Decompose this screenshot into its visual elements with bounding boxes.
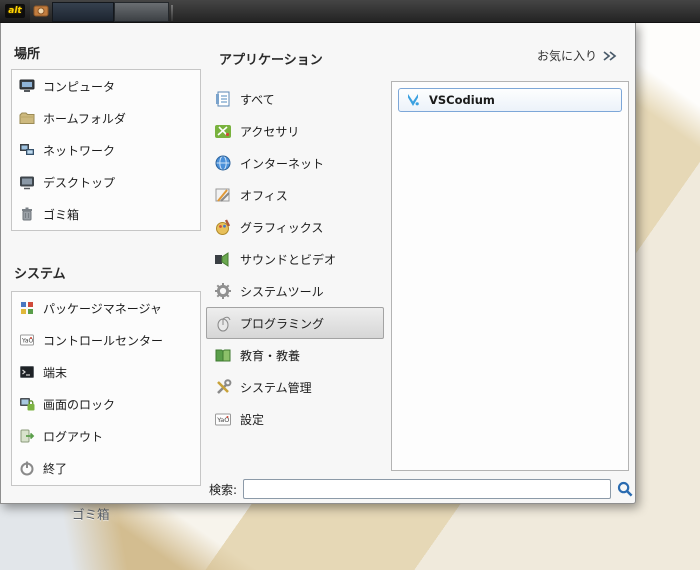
places-item-network[interactable]: ネットワーク xyxy=(12,134,200,166)
settings-icon: YaO xyxy=(214,410,232,428)
computer-icon xyxy=(19,78,35,94)
panel-separator xyxy=(171,4,173,21)
category-accessories[interactable]: アクセサリ xyxy=(206,115,384,147)
category-label: アクセサリ xyxy=(240,124,300,139)
category-label: システムツール xyxy=(240,284,324,299)
category-internet[interactable]: インターネット xyxy=(206,147,384,179)
app-item-label: VSCodium xyxy=(429,93,495,107)
category-label: プログラミング xyxy=(240,316,325,331)
places-item-label: デスクトップ xyxy=(43,175,116,190)
desktop-icon xyxy=(19,174,35,190)
favorites-button[interactable]: お気に入り xyxy=(537,47,618,64)
control-center-icon: YaO xyxy=(19,332,35,348)
accessories-icon xyxy=(214,122,232,140)
system-item-terminal[interactable]: 端末 xyxy=(12,356,200,388)
desktop-trash-label[interactable]: ゴミ箱 xyxy=(72,504,110,523)
places-header: 場所 xyxy=(14,47,41,62)
category-list: すべて アクセサリ インターネット オフィス グラフィックス サウンドとビデオ … xyxy=(206,83,384,435)
window-button-2[interactable] xyxy=(114,1,169,22)
search-label: 検索: xyxy=(209,482,238,497)
category-office[interactable]: オフィス xyxy=(206,179,384,211)
places-item-label: コンピュータ xyxy=(43,79,116,94)
system-item-logout[interactable]: ログアウト xyxy=(12,420,200,452)
panel-launcher-icon[interactable] xyxy=(30,0,52,22)
education-icon xyxy=(214,346,232,364)
system-item-label: 端末 xyxy=(43,365,68,380)
applications-header: アプリケーション xyxy=(219,53,323,68)
graphics-icon xyxy=(214,218,232,236)
trash-icon xyxy=(19,206,35,222)
category-label: 教育・教養 xyxy=(240,348,301,363)
programming-icon xyxy=(214,314,232,332)
terminal-icon xyxy=(19,364,35,380)
places-item-home[interactable]: ホームフォルダ xyxy=(12,102,200,134)
favorites-arrow-icon xyxy=(602,48,618,64)
system-item-quit[interactable]: 終了 xyxy=(12,452,200,484)
category-graphics[interactable]: グラフィックス xyxy=(206,211,384,243)
menu-button[interactable]: alt xyxy=(0,0,30,22)
home-folder-icon xyxy=(19,110,35,126)
category-label: サウンドとビデオ xyxy=(240,252,337,267)
system-item-label: コントロールセンター xyxy=(43,333,164,348)
category-settings[interactable]: YaO 設定 xyxy=(206,403,384,435)
system-item-control-center[interactable]: YaO コントロールセンター xyxy=(12,324,200,356)
logout-icon xyxy=(19,428,35,444)
system-tools-icon xyxy=(214,282,232,300)
system-item-label: ログアウト xyxy=(43,429,104,444)
system-item-label: パッケージマネージャ xyxy=(43,301,162,316)
application-list-pane: VSCodium xyxy=(391,81,629,471)
app-item-vscodium[interactable]: VSCodium xyxy=(398,88,622,112)
category-label: すべて xyxy=(240,92,275,107)
category-programming[interactable]: プログラミング xyxy=(206,307,384,339)
favorites-label: お気に入り xyxy=(537,49,598,63)
lock-screen-icon xyxy=(19,396,35,412)
category-sound-video[interactable]: サウンドとビデオ xyxy=(206,243,384,275)
category-label: インターネット xyxy=(240,156,325,171)
category-label: 設定 xyxy=(240,412,265,427)
quit-icon xyxy=(19,460,35,476)
places-item-desktop[interactable]: デスクトップ xyxy=(12,166,200,198)
system-item-label: 画面のロック xyxy=(43,397,116,412)
all-apps-icon xyxy=(214,90,232,108)
places-item-label: ホームフォルダ xyxy=(43,111,126,126)
category-label: グラフィックス xyxy=(240,220,324,235)
search-icon[interactable] xyxy=(617,481,633,497)
top-panel: alt xyxy=(0,0,700,23)
alt-logo: alt xyxy=(5,4,25,18)
system-admin-icon xyxy=(214,378,232,396)
places-item-computer[interactable]: コンピュータ xyxy=(12,70,200,102)
category-education[interactable]: 教育・教養 xyxy=(206,339,384,371)
sound-video-icon xyxy=(214,250,232,268)
system-header: システム xyxy=(14,267,66,282)
category-system-admin[interactable]: システム管理 xyxy=(206,371,384,403)
search-input[interactable] xyxy=(243,479,612,499)
package-manager-icon xyxy=(19,300,35,316)
system-item-lock-screen[interactable]: 画面のロック xyxy=(12,388,200,420)
category-all[interactable]: すべて xyxy=(206,83,384,115)
main-menu-popup: 場所 コンピュータ ホームフォルダ ネットワーク デスクトップ ゴミ箱 システム… xyxy=(0,22,636,504)
system-item-label: 終了 xyxy=(43,461,68,476)
system-item-package-manager[interactable]: パッケージマネージャ xyxy=(12,292,200,324)
places-group: コンピュータ ホームフォルダ ネットワーク デスクトップ ゴミ箱 xyxy=(11,69,201,231)
category-label: オフィス xyxy=(240,188,288,203)
category-system-tools[interactable]: システムツール xyxy=(206,275,384,307)
places-item-label: ゴミ箱 xyxy=(43,207,80,222)
places-item-trash[interactable]: ゴミ箱 xyxy=(12,198,200,230)
category-label: システム管理 xyxy=(240,380,312,395)
places-item-label: ネットワーク xyxy=(43,143,116,158)
window-button-1[interactable] xyxy=(52,1,114,22)
vscodium-icon xyxy=(405,92,421,108)
search-row: 検索: xyxy=(209,479,633,499)
internet-icon xyxy=(214,154,232,172)
office-icon xyxy=(214,186,232,204)
system-group: パッケージマネージャ YaO コントロールセンター 端末 画面のロック ログアウ… xyxy=(11,291,201,486)
network-icon xyxy=(19,142,35,158)
